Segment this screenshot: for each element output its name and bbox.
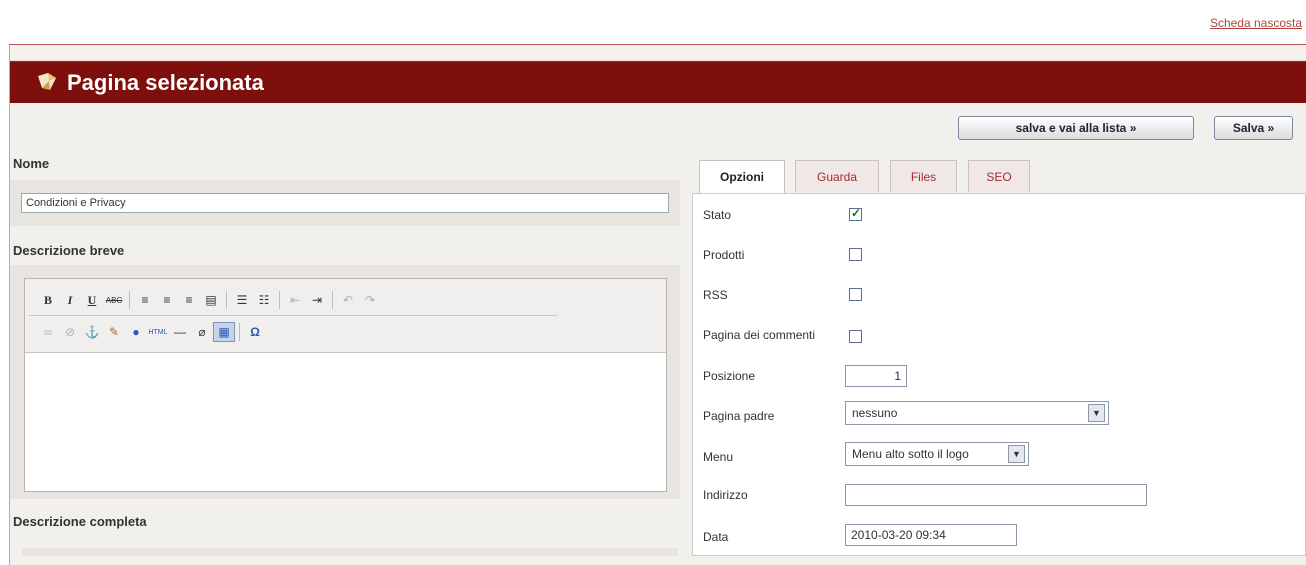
align-justify-icon[interactable]: ▤ (200, 290, 222, 310)
page-header: Pagina selezionata (10, 61, 1306, 103)
editor-toolbar-row-1: B I U ABC ≡ ≡ ≡ ▤ ☰ ☷ ⇤ ⇥ ↶ ↷ (37, 289, 381, 311)
posizione-label: Posizione (703, 369, 756, 383)
chevron-down-icon: ▼ (1008, 445, 1025, 463)
align-right-icon[interactable]: ≡ (178, 290, 200, 310)
date-label: Data (703, 530, 729, 544)
name-field[interactable]: Condizioni e Privacy (21, 193, 669, 213)
menu-label: Menu (703, 450, 734, 464)
tab-guarda[interactable]: Guarda (795, 160, 879, 192)
anchor-icon[interactable]: ⚓ (81, 322, 103, 342)
unlink-icon[interactable]: ⊘ (59, 322, 81, 342)
stato-checkbox[interactable] (849, 206, 862, 221)
parent-page-label: Pagina padre (703, 409, 775, 423)
align-center-icon[interactable]: ≡ (156, 290, 178, 310)
address-label: Indirizzo (703, 488, 748, 502)
outdent-icon[interactable]: ⇤ (284, 290, 306, 310)
address-input[interactable] (845, 484, 1147, 506)
html-icon[interactable]: HTML (147, 322, 169, 342)
redo-icon[interactable]: ↷ (359, 290, 381, 310)
editor-toolbar-row-2: ∞ ⊘ ⚓ ✎ ● HTML — ⌀ ▦ Ω (37, 321, 266, 343)
help-icon[interactable]: ● (125, 322, 147, 342)
prodotti-checkbox[interactable] (849, 248, 862, 261)
visual-aid-icon[interactable]: ▦ (213, 322, 235, 342)
editor-toolbar: B I U ABC ≡ ≡ ≡ ▤ ☰ ☷ ⇤ ⇥ ↶ ↷ ∞ ⊘ ⚓ ✎ ● … (25, 279, 666, 353)
frame-top-strip (10, 45, 1306, 61)
full-description-label: Descrizione completa (13, 514, 147, 529)
cleanup-icon[interactable]: ✎ (103, 322, 125, 342)
date-input[interactable]: 2010-03-20 09:34 (845, 524, 1017, 546)
toolbar-separator (226, 291, 227, 309)
underline-icon[interactable]: U (81, 290, 103, 310)
hidden-tab-link[interactable]: Scheda nascosta (1210, 16, 1302, 30)
chevron-down-icon: ▼ (1088, 404, 1105, 422)
save-and-list-button[interactable]: salva e vai alla lista » (958, 116, 1194, 140)
stato-label: Stato (703, 208, 732, 222)
toolbar-separator (239, 323, 240, 341)
horizontal-rule-icon[interactable]: — (169, 322, 191, 342)
toolbar-separator (129, 291, 130, 309)
remove-format-icon[interactable]: ⌀ (191, 322, 213, 342)
bullet-list-icon[interactable]: ☰ (231, 290, 253, 310)
parent-page-select[interactable]: nessuno ▼ (845, 401, 1109, 425)
name-label: Nome (13, 156, 50, 171)
rss-checkbox[interactable] (849, 288, 862, 301)
save-button[interactable]: Salva » (1214, 116, 1293, 140)
numbered-list-icon[interactable]: ☷ (253, 290, 275, 310)
toolbar-separator (279, 291, 280, 309)
full-description-panel (22, 548, 678, 556)
italic-icon[interactable]: I (59, 290, 81, 310)
align-left-icon[interactable]: ≡ (134, 290, 156, 310)
special-char-icon[interactable]: Ω (244, 322, 266, 342)
page-logo-icon (38, 73, 56, 90)
link-icon[interactable]: ∞ (37, 322, 59, 342)
indent-icon[interactable]: ⇥ (306, 290, 328, 310)
menu-select[interactable]: Menu alto sotto il logo ▼ (845, 442, 1029, 466)
strikethrough-icon[interactable]: ABC (103, 290, 125, 310)
menu-value: Menu alto sotto il logo (852, 447, 969, 461)
toolbar-row-divider (29, 315, 557, 316)
tab-files[interactable]: Files (890, 160, 957, 192)
rss-label: RSS (703, 288, 728, 302)
parent-page-value: nessuno (852, 406, 898, 420)
undo-icon[interactable]: ↶ (337, 290, 359, 310)
short-description-editor: B I U ABC ≡ ≡ ≡ ▤ ☰ ☷ ⇤ ⇥ ↶ ↷ ∞ ⊘ ⚓ ✎ ● … (24, 278, 667, 492)
posizione-input[interactable]: 1 (845, 365, 907, 387)
short-description-label: Descrizione breve (13, 243, 125, 258)
tab-opzioni[interactable]: Opzioni (699, 160, 785, 194)
toolbar-separator (332, 291, 333, 309)
comments-page-checkbox[interactable] (849, 330, 862, 343)
prodotti-label: Prodotti (703, 248, 745, 262)
tab-seo[interactable]: SEO (968, 160, 1030, 192)
comments-page-label: Pagina dei commenti (703, 328, 816, 342)
bold-icon[interactable]: B (37, 290, 59, 310)
page-title: Pagina selezionata (67, 70, 264, 95)
